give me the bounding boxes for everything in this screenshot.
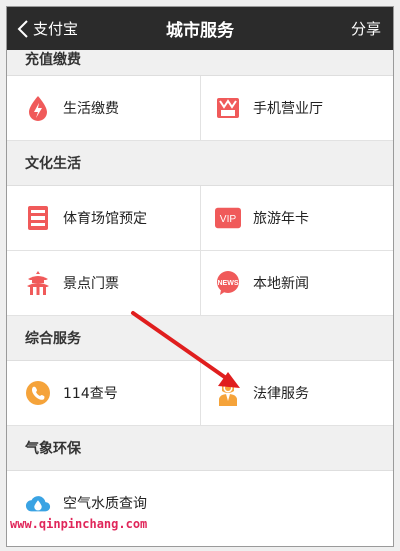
stadium-icon: [25, 205, 51, 231]
pagoda-icon: [25, 270, 51, 296]
back-label: 支付宝: [33, 20, 79, 38]
phone-screen: 支付宝 城市服务 分享 充值缴费 生活缴费 手机营业厅 文化生活 体育场馆预定 …: [6, 6, 394, 547]
service-label: 体育场馆预定: [63, 211, 147, 227]
service-label: 生活缴费: [63, 101, 119, 117]
service-row: 114查号 法律服务: [7, 361, 393, 426]
phone-icon: [25, 380, 51, 406]
share-button[interactable]: 分享: [351, 7, 381, 50]
service-label: 114查号: [63, 386, 118, 402]
drop-bolt-icon: [25, 95, 51, 121]
cloud-drop-icon: [25, 490, 51, 516]
section-header-recharge: 充值缴费: [7, 50, 393, 76]
news-icon: NEWS: [215, 270, 241, 296]
store-icon: [215, 95, 241, 121]
service-label: 空气水质查询: [63, 496, 147, 512]
service-stadium-booking[interactable]: 体育场馆预定: [7, 186, 200, 250]
service-label: 旅游年卡: [253, 211, 309, 227]
service-travel-card[interactable]: VIP 旅游年卡: [200, 186, 393, 250]
service-scenic-tickets[interactable]: 景点门票: [7, 251, 200, 315]
section-header-general: 综合服务: [7, 316, 393, 361]
service-legal[interactable]: 法律服务: [200, 361, 393, 425]
service-row: 体育场馆预定 VIP 旅游年卡: [7, 186, 393, 251]
svg-text:VIP: VIP: [220, 214, 237, 225]
service-label: 法律服务: [253, 386, 309, 402]
service-label: 本地新闻: [253, 276, 309, 292]
chevron-left-icon: [17, 19, 29, 39]
service-row: 生活缴费 手机营业厅: [7, 76, 393, 141]
service-label: 景点门票: [63, 276, 119, 292]
service-114-lookup[interactable]: 114查号: [7, 361, 200, 425]
vip-icon: VIP: [215, 205, 241, 231]
lawyer-icon: [215, 380, 241, 406]
service-life-payment[interactable]: 生活缴费: [7, 76, 200, 140]
service-row: 空气水质查询: [7, 471, 393, 546]
service-local-news[interactable]: NEWS 本地新闻: [200, 251, 393, 315]
svg-text:NEWS: NEWS: [218, 280, 239, 287]
service-mobile-hall[interactable]: 手机营业厅: [200, 76, 393, 140]
watermark-text: www.qinpinchang.com: [10, 517, 148, 531]
section-header-environment: 气象环保: [7, 426, 393, 471]
service-label: 手机营业厅: [253, 101, 323, 117]
service-row: 景点门票 NEWS 本地新闻: [7, 251, 393, 316]
back-button[interactable]: 支付宝: [17, 7, 78, 50]
navigation-bar: 支付宝 城市服务 分享: [7, 7, 393, 50]
section-header-culture: 文化生活: [7, 141, 393, 186]
